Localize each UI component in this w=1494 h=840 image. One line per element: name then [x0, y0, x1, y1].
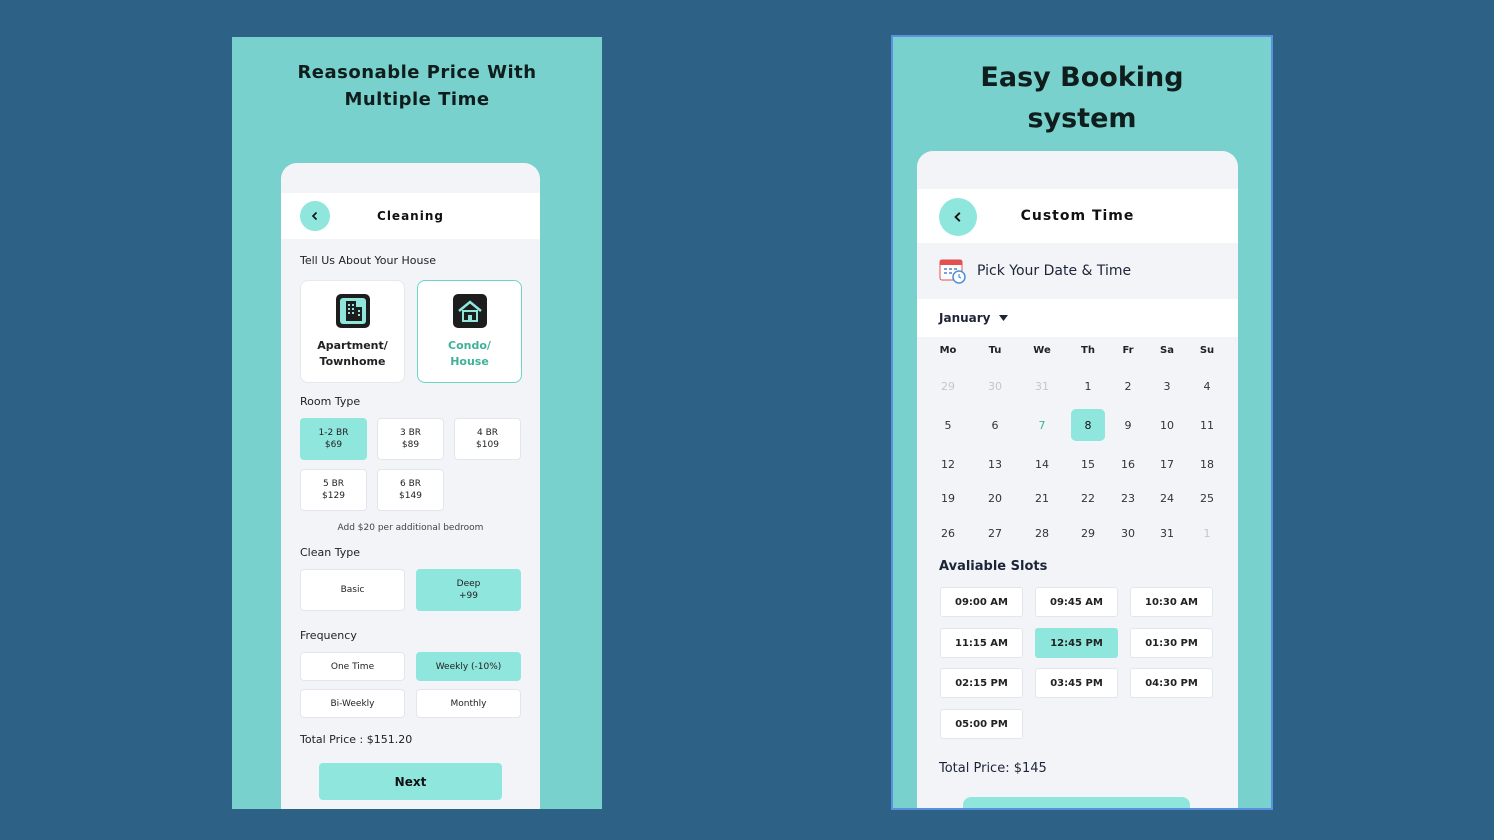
weekday-tu: Tu: [988, 345, 1002, 356]
house-icon: [452, 293, 487, 328]
calendar-day[interactable]: 1: [1190, 517, 1224, 549]
room-option-5br[interactable]: 5 BR $129: [300, 469, 367, 511]
calendar-day[interactable]: 25: [1190, 482, 1224, 514]
calendar-day[interactable]: 21: [1025, 482, 1059, 514]
house-type-condo[interactable]: Condo/ House: [417, 280, 522, 383]
calendar-day[interactable]: 24: [1150, 482, 1184, 514]
frequency-section-label: Frequency: [300, 629, 357, 642]
frequency-bi-weekly[interactable]: Bi-Weekly: [300, 689, 405, 718]
calendar-day[interactable]: 28: [1025, 517, 1059, 549]
house-type-apartment[interactable]: Apartment/ Townhome: [300, 280, 405, 383]
weekday-su: Su: [1199, 345, 1215, 356]
frequency-one-time[interactable]: One Time: [300, 652, 405, 681]
calendar-day[interactable]: 13: [978, 448, 1012, 480]
time-slot[interactable]: 09:45 AM: [1035, 587, 1118, 617]
month-selector[interactable]: January: [917, 299, 1238, 337]
calendar-day[interactable]: 31: [1025, 370, 1059, 402]
total-price: Total Price : $151.20: [300, 733, 413, 746]
calendar-day[interactable]: 30: [1111, 517, 1145, 549]
time-slot[interactable]: 11:15 AM: [940, 628, 1023, 658]
time-slot[interactable]: 10:30 AM: [1130, 587, 1213, 617]
room-note: Add $20 per additional bedroom: [337, 523, 484, 533]
caret-down-icon: [998, 315, 1008, 321]
pick-date-row: Pick Your Date & Time: [939, 257, 1131, 285]
calendar-day[interactable]: 12: [931, 448, 965, 480]
time-slot[interactable]: 05:00 PM: [940, 709, 1023, 739]
room-option-3br[interactable]: 3 BR $89: [377, 418, 444, 460]
calendar-day[interactable]: 29: [1071, 517, 1105, 549]
calendar-clock-icon: [939, 259, 966, 284]
calendar-day[interactable]: 23: [1111, 482, 1145, 514]
room-option-4br[interactable]: 4 BR $109: [454, 418, 521, 460]
weekday-sa: Sa: [1160, 345, 1174, 356]
calendar-day[interactable]: 2: [1111, 370, 1145, 402]
booking-screen: Custom Time Pick Your Date & Time Januar…: [917, 151, 1238, 808]
calendar-day[interactable]: 6: [978, 409, 1012, 441]
calendar-day[interactable]: 15: [1071, 448, 1105, 480]
clean-option-deep[interactable]: Deep +99: [416, 569, 521, 611]
page-title: Cleaning: [377, 209, 444, 223]
calendar-day[interactable]: 19: [931, 482, 965, 514]
time-slot[interactable]: 04:30 PM: [1130, 668, 1213, 698]
house-type-label: Apartment/ Townhome: [317, 338, 388, 368]
calendar-day[interactable]: 30: [978, 370, 1012, 402]
room-option-1-2br[interactable]: 1-2 BR $69: [300, 418, 367, 460]
panel-title: Easy Booking system: [980, 62, 1184, 134]
frequency-weekly[interactable]: Weekly (-10%): [416, 652, 521, 681]
calendar-day[interactable]: 17: [1150, 448, 1184, 480]
calendar-day[interactable]: 14: [1025, 448, 1059, 480]
calendar-day[interactable]: 31: [1150, 517, 1184, 549]
booking-showcase-panel: Easy Booking system Custom Time Pick You…: [891, 35, 1273, 810]
house-type-label: Condo/ House: [448, 338, 491, 368]
cleaning-screen: Cleaning Tell Us About Your House Apartm…: [281, 163, 540, 809]
room-option-6br[interactable]: 6 BR $149: [377, 469, 444, 511]
calendar-day[interactable]: 22: [1071, 482, 1105, 514]
weekday-fr: Fr: [1122, 345, 1134, 356]
building-icon: [335, 293, 370, 328]
app-bar: Cleaning: [281, 193, 540, 239]
next-button[interactable]: Next: [319, 763, 502, 800]
weekday-th: Th: [1081, 345, 1095, 356]
calendar-day[interactable]: 1: [1071, 370, 1105, 402]
app-bar: Custom Time: [917, 189, 1238, 243]
calendar-day[interactable]: 29: [931, 370, 965, 402]
time-slot[interactable]: 09:00 AM: [940, 587, 1023, 617]
cleaning-showcase-panel: Reasonable Price With Multiple Time Clea…: [232, 37, 602, 809]
house-section-label: Tell Us About Your House: [300, 254, 436, 267]
clean-section-label: Clean Type: [300, 546, 360, 559]
pick-date-label: Pick Your Date & Time: [977, 263, 1132, 279]
time-slot[interactable]: 12:45 PM: [1035, 628, 1118, 658]
calendar-day[interactable]: 7: [1025, 409, 1059, 441]
confirm-button[interactable]: [963, 797, 1190, 808]
calendar-day[interactable]: 3: [1150, 370, 1184, 402]
clean-option-basic[interactable]: Basic: [300, 569, 405, 611]
calendar-day[interactable]: 20: [978, 482, 1012, 514]
calendar-day[interactable]: 11: [1190, 409, 1224, 441]
calendar-day[interactable]: 9: [1111, 409, 1145, 441]
calendar-day[interactable]: 16: [1111, 448, 1145, 480]
time-slot[interactable]: 02:15 PM: [940, 668, 1023, 698]
month-label: January: [939, 311, 991, 325]
calendar-day[interactable]: 10: [1150, 409, 1184, 441]
room-section-label: Room Type: [300, 395, 361, 408]
time-slot[interactable]: 01:30 PM: [1130, 628, 1213, 658]
total-price: Total Price: $145: [939, 761, 1047, 776]
calendar-day[interactable]: 5: [931, 409, 965, 441]
calendar-day[interactable]: 26: [931, 517, 965, 549]
weekday-we: We: [1033, 345, 1051, 356]
time-slot[interactable]: 03:45 PM: [1035, 668, 1118, 698]
weekday-mo: Mo: [939, 345, 957, 356]
calendar-day[interactable]: 27: [978, 517, 1012, 549]
frequency-monthly[interactable]: Monthly: [416, 689, 521, 718]
calendar-day[interactable]: 4: [1190, 370, 1224, 402]
slots-section-label: Avaliable Slots: [939, 559, 1048, 574]
calendar-day[interactable]: 18: [1190, 448, 1224, 480]
calendar-day[interactable]: 8: [1071, 409, 1105, 441]
page-title: Custom Time: [1020, 208, 1135, 224]
panel-title: Reasonable Price With Multiple Time: [297, 62, 537, 110]
